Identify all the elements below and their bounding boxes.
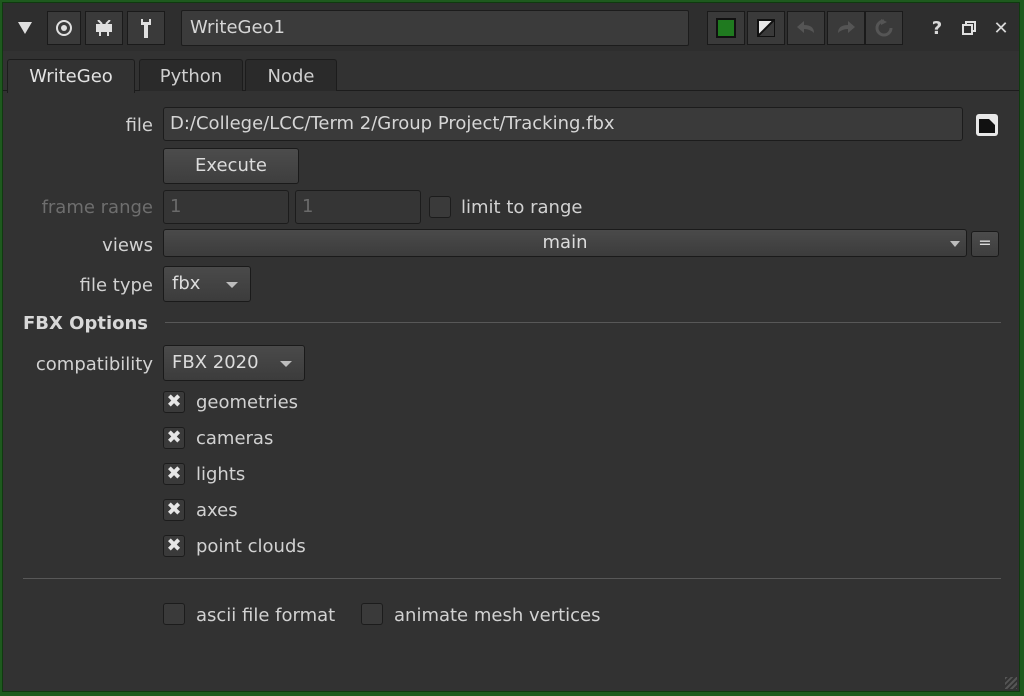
panel-toolbar: WriteGeo1 ? ✕ xyxy=(3,3,1019,51)
revert-icon[interactable] xyxy=(865,11,903,45)
chevron-down-icon xyxy=(280,361,292,367)
collapse-triangle-icon[interactable] xyxy=(9,11,41,45)
close-icon[interactable]: ✕ xyxy=(989,11,1013,45)
tab-node[interactable]: Node xyxy=(245,59,337,91)
axes-label: axes xyxy=(196,500,238,521)
undo-icon[interactable] xyxy=(787,11,825,45)
views-label: views xyxy=(102,235,153,256)
geometries-checkbox[interactable]: ✖ xyxy=(163,391,185,413)
execute-button[interactable]: Execute xyxy=(163,148,299,184)
compatibility-dropdown[interactable]: FBX 2020 xyxy=(163,345,305,381)
lights-label: lights xyxy=(196,464,246,485)
node-color-half-icon[interactable] xyxy=(747,11,785,45)
lights-checkbox[interactable]: ✖ xyxy=(163,463,185,485)
node-name-input[interactable]: WriteGeo1 xyxy=(181,10,689,46)
help-icon[interactable]: ? xyxy=(925,11,949,45)
redo-icon[interactable] xyxy=(827,11,865,45)
float-icon[interactable] xyxy=(957,11,981,45)
cameras-label: cameras xyxy=(196,428,274,449)
resize-grip-icon[interactable] xyxy=(1005,677,1017,689)
fbx-options-header: FBX Options xyxy=(23,313,149,334)
view-node-icon[interactable] xyxy=(47,11,81,45)
chevron-down-icon xyxy=(950,241,960,247)
compatibility-value: FBX 2020 xyxy=(172,352,259,373)
viewer-icon[interactable] xyxy=(85,11,123,45)
point-clouds-checkbox[interactable]: ✖ xyxy=(163,535,185,557)
limit-to-range-label: limit to range xyxy=(461,197,583,218)
frame-end-input[interactable]: 1 xyxy=(295,190,421,224)
compatibility-label: compatibility xyxy=(35,354,153,375)
frame-start-input[interactable]: 1 xyxy=(163,190,289,224)
cameras-checkbox[interactable]: ✖ xyxy=(163,427,185,449)
section-divider xyxy=(165,322,1001,323)
views-value: main xyxy=(542,232,588,253)
geometries-label: geometries xyxy=(196,392,299,413)
ascii-file-format-label: ascii file format xyxy=(196,605,336,626)
ascii-file-format-checkbox[interactable] xyxy=(163,603,185,625)
views-split-button[interactable]: = xyxy=(971,231,999,257)
tab-python[interactable]: Python xyxy=(139,59,243,91)
animate-mesh-vertices-label: animate mesh vertices xyxy=(394,605,601,626)
node-color-icon[interactable] xyxy=(707,11,745,45)
file-type-dropdown[interactable]: fbx xyxy=(163,266,251,302)
file-type-value: fbx xyxy=(172,273,201,294)
frame-range-label: frame range xyxy=(41,197,153,218)
file-label: file xyxy=(125,115,153,136)
section-divider xyxy=(23,578,1001,579)
file-type-label: file type xyxy=(79,275,153,296)
chevron-down-icon xyxy=(226,282,238,288)
tab-writegeo[interactable]: WriteGeo xyxy=(7,59,135,93)
node-properties-panel: WriteGeo1 ? ✕ WriteGeo Python Node file … xyxy=(2,2,1020,692)
axes-checkbox[interactable]: ✖ xyxy=(163,499,185,521)
views-dropdown[interactable]: main xyxy=(163,229,967,257)
folder-browse-icon[interactable] xyxy=(975,113,999,137)
animate-mesh-vertices-checkbox[interactable] xyxy=(361,603,383,625)
wrench-icon[interactable] xyxy=(127,11,165,45)
point-clouds-label: point clouds xyxy=(196,536,306,557)
limit-to-range-checkbox[interactable] xyxy=(429,196,451,218)
file-path-input[interactable]: D:/College/LCC/Term 2/Group Project/Trac… xyxy=(163,107,963,141)
